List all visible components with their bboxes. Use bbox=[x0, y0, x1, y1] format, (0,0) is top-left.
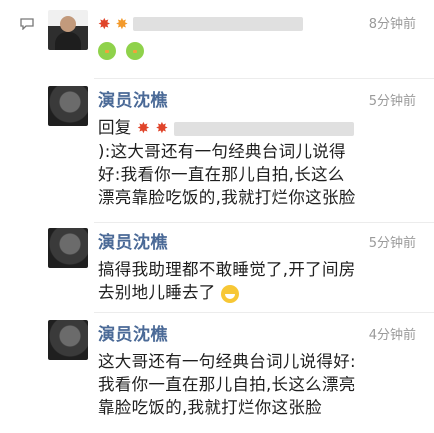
redacted-username[interactable]: ✸ ✸ bbox=[98, 13, 304, 33]
chick-emoji-icon bbox=[98, 41, 116, 60]
comment-text: 回复 ✸ ✸ ):这大哥还有一句经典台词儿说得 好:我看你一直在那儿自拍,长这么… bbox=[98, 116, 418, 209]
timestamp: 5分钟前 bbox=[368, 94, 416, 109]
comment-text: 搞得我助理都不敢睡觉了,开了间房 去别地儿睡去了 bbox=[98, 258, 418, 304]
timestamp: 8分钟前 bbox=[368, 17, 416, 32]
username[interactable]: 演员沈樵 bbox=[98, 320, 168, 345]
grin-emoji-icon bbox=[221, 284, 240, 303]
divider bbox=[94, 78, 434, 79]
comment-item: 演员沈樵 5分钟前 搞得我助理都不敢睡觉了,开了间房 去别地儿睡去了 bbox=[0, 228, 434, 308]
divider bbox=[94, 312, 434, 313]
comment-line: 漂亮靠脸吃饭的,我就打烂你这张脸 bbox=[98, 188, 356, 207]
comment-feed: ✸ ✸ 8分钟前 演员沈樵 5分钟前 回复 ✸ ✸ ):这大哥还有一句经典台词儿… bbox=[0, 0, 434, 433]
timestamp: 4分钟前 bbox=[368, 328, 416, 343]
explosion-emoji-icon: ✸ bbox=[155, 119, 169, 137]
explosion-emoji-icon: ✸ bbox=[137, 119, 151, 137]
timestamp: 5分钟前 bbox=[368, 236, 416, 251]
redacted-block[interactable] bbox=[174, 121, 354, 136]
comment-item: 演员沈樵 5分钟前 回复 ✸ ✸ ):这大哥还有一句经典台词儿说得 好:我看你一… bbox=[0, 86, 434, 218]
divider bbox=[94, 222, 434, 223]
emoji-row bbox=[98, 40, 149, 60]
explosion-emoji-icon: ✸ bbox=[115, 14, 129, 33]
comment-line: ):这大哥还有一句经典台词儿说得 bbox=[98, 142, 346, 161]
comment-item: ✸ ✸ 8分钟前 bbox=[0, 0, 434, 70]
comment-line: 我看你一直在那儿自拍,长这么漂亮 bbox=[98, 375, 356, 394]
username[interactable]: 演员沈樵 bbox=[98, 86, 168, 111]
comment-item: 演员沈樵 4分钟前 这大哥还有一句经典台词儿说得好: 我看你一直在那儿自拍,长这… bbox=[0, 320, 434, 433]
chick-emoji-icon bbox=[126, 41, 145, 60]
avatar[interactable] bbox=[48, 320, 88, 360]
comment-line: 好:我看你一直在那儿自拍,长这么 bbox=[98, 165, 345, 184]
avatar[interactable] bbox=[48, 86, 88, 126]
avatar[interactable] bbox=[48, 10, 88, 50]
comment-text: 这大哥还有一句经典台词儿说得好: 我看你一直在那儿自拍,长这么漂亮 靠脸吃饭的,… bbox=[98, 350, 418, 419]
reply-prefix: 回复 bbox=[98, 118, 132, 137]
explosion-emoji-icon: ✸ bbox=[98, 14, 111, 33]
comment-line: 去别地儿睡去了 bbox=[98, 283, 216, 302]
comment-line: 搞得我助理都不敢睡觉了,开了间房 bbox=[98, 260, 356, 279]
avatar[interactable] bbox=[48, 228, 88, 268]
comment-line: 靠脸吃饭的,我就打烂你这张脸 bbox=[98, 398, 322, 417]
comment-line: 这大哥还有一句经典台词儿说得好: bbox=[98, 352, 356, 371]
redacted-block bbox=[133, 16, 304, 31]
username[interactable]: 演员沈樵 bbox=[98, 228, 168, 253]
